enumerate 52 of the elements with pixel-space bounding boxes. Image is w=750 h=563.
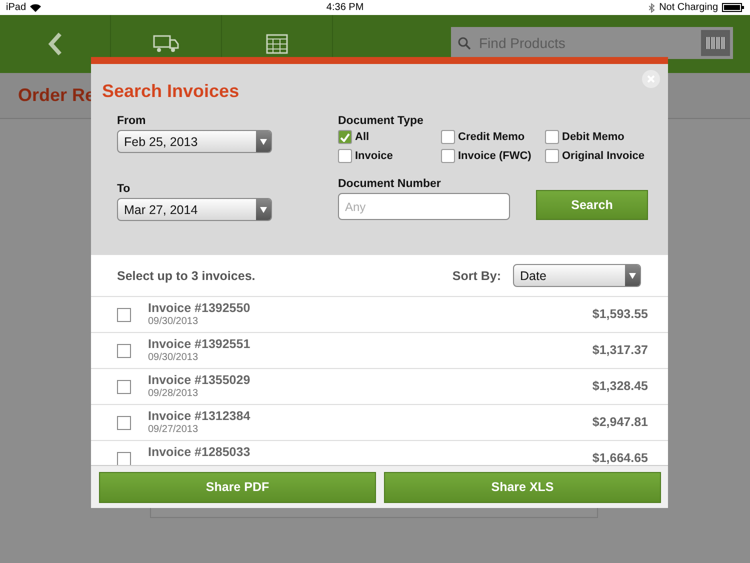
invoice-amount: $1,664.65 xyxy=(592,452,648,465)
invoice-amount: $1,317.37 xyxy=(592,344,648,357)
clock: 4:36 PM xyxy=(326,2,364,13)
barcode-button[interactable] xyxy=(701,30,730,56)
bluetooth-icon xyxy=(649,2,656,12)
invoice-checkbox[interactable] xyxy=(117,452,131,465)
calendar-grid-icon[interactable] xyxy=(266,34,288,54)
dropdown-arrow-icon xyxy=(260,138,267,144)
invoice-amount: $1,328.45 xyxy=(592,380,648,393)
invoice-date: 09/30/2013 xyxy=(148,315,200,328)
document-type-label: Document Type xyxy=(338,115,424,127)
document-type-checkbox[interactable]: Original Invoice xyxy=(545,149,655,163)
invoice-date: 09/30/2013 xyxy=(148,351,200,364)
invoice-amount: $2,947.81 xyxy=(592,416,648,429)
dialog-title: Search Invoices xyxy=(102,81,240,102)
barcode-icon xyxy=(706,37,725,49)
invoice-number: Invoice #1392550 xyxy=(148,302,252,315)
document-number-label: Document Number xyxy=(338,178,442,190)
from-date-select[interactable]: Feb 25, 2013 xyxy=(117,130,272,153)
device-name: iPad xyxy=(6,2,26,13)
invoice-number: Invoice #1355029 xyxy=(148,374,252,387)
invoice-number: Invoice #1392551 xyxy=(148,338,252,351)
invoice-amount: $1,593.55 xyxy=(592,308,648,321)
to-label: To xyxy=(117,183,132,195)
document-type-checkbox[interactable]: Credit Memo xyxy=(441,130,545,144)
checkmark-icon xyxy=(340,132,350,142)
document-number-field[interactable]: Any xyxy=(338,193,510,220)
invoice-number: Invoice #1312384 xyxy=(148,410,252,423)
dropdown-arrow-icon xyxy=(629,272,636,278)
invoice-date: 09/28/2013 xyxy=(148,387,200,400)
wifi-icon xyxy=(30,4,42,12)
invoice-checkbox[interactable] xyxy=(117,416,131,430)
invoice-checkbox[interactable] xyxy=(117,380,131,394)
invoice-number: Invoice #1285033 xyxy=(148,446,252,459)
dropdown-arrow-icon xyxy=(260,206,267,212)
battery-icon xyxy=(722,3,744,12)
battery-status: Not Charging xyxy=(659,2,718,13)
document-type-checkbox[interactable]: Invoice xyxy=(338,149,441,163)
from-label: From xyxy=(117,115,147,127)
to-date-select[interactable]: Mar 27, 2014 xyxy=(117,198,272,221)
invoice-checkbox[interactable] xyxy=(117,308,131,322)
document-type-checkbox[interactable]: Invoice (FWC) xyxy=(441,149,545,163)
document-type-checkbox[interactable]: All xyxy=(338,130,441,144)
search-icon xyxy=(458,36,471,50)
selection-hint: Select up to 3 invoices. xyxy=(117,268,256,282)
back-chevron-icon[interactable] xyxy=(47,32,63,56)
document-type-checkbox[interactable]: Debit Memo xyxy=(545,130,655,144)
truck-icon[interactable] xyxy=(153,35,179,53)
sort-label: Sort By: xyxy=(452,268,501,282)
invoice-date: 09/27/2013 xyxy=(148,423,200,436)
invoice-checkbox[interactable] xyxy=(117,344,131,358)
sort-select[interactable]: Date xyxy=(513,264,641,287)
